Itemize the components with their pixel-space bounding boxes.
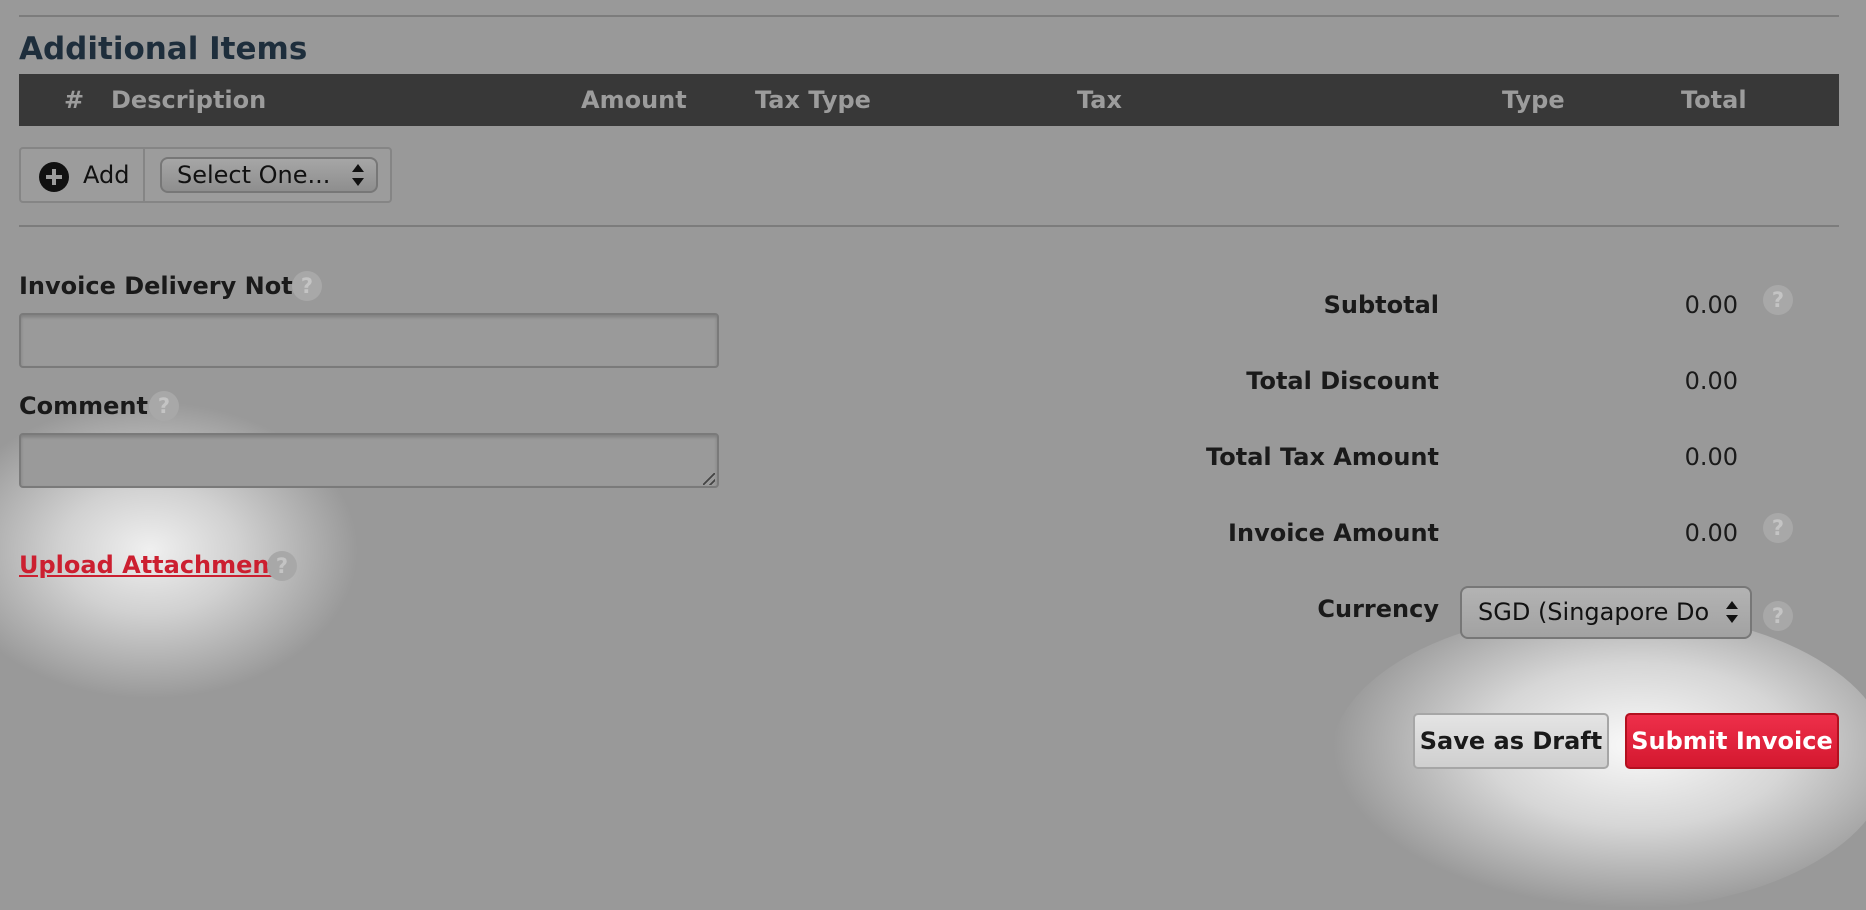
currency-label: Currency xyxy=(1317,595,1439,623)
textarea-resize-grip[interactable] xyxy=(703,473,715,485)
add-item-label: Add xyxy=(83,161,130,189)
comment-help-icon[interactable]: ? xyxy=(149,391,179,421)
total-tax-value: 0.00 xyxy=(1684,443,1738,471)
column-header-type: Type xyxy=(1502,86,1565,114)
plus-circle-icon xyxy=(39,162,69,192)
comment-label: Comment xyxy=(19,392,148,420)
section-title: Additional Items xyxy=(19,31,308,67)
currency-select-value: SGD (Singapore Dollar) xyxy=(1478,598,1708,626)
delivery-note-input[interactable] xyxy=(19,313,719,368)
total-discount-label: Total Discount xyxy=(1246,367,1439,395)
column-header-tax: Tax xyxy=(1077,86,1122,114)
items-table-header: # Description Amount Tax Type Tax Type T… xyxy=(19,74,1839,126)
subtotal-value: 0.00 xyxy=(1684,291,1738,319)
subtotal-label: Subtotal xyxy=(1323,291,1439,319)
save-as-draft-button[interactable]: Save as Draft xyxy=(1413,713,1609,769)
add-item-group: Add Select One... xyxy=(19,147,392,203)
item-type-select[interactable]: Select One... xyxy=(160,157,378,193)
invoice-amount-value: 0.00 xyxy=(1684,519,1738,547)
upload-help-icon[interactable]: ? xyxy=(267,551,297,581)
delivery-note-label: Invoice Delivery Note xyxy=(19,272,309,300)
invoice-amount-help-icon[interactable]: ? xyxy=(1763,513,1793,543)
column-header-total: Total xyxy=(1681,86,1747,114)
comment-textarea[interactable] xyxy=(19,433,719,488)
delivery-note-help-icon[interactable]: ? xyxy=(292,271,322,301)
column-header-tax-type: Tax Type xyxy=(755,86,871,114)
divider-top xyxy=(19,15,1839,17)
total-tax-label: Total Tax Amount xyxy=(1206,443,1439,471)
select-arrows-icon xyxy=(352,164,364,186)
column-header-description: Description xyxy=(111,86,267,114)
divider-middle xyxy=(19,225,1839,227)
subtotal-help-icon[interactable]: ? xyxy=(1763,285,1793,315)
total-discount-value: 0.00 xyxy=(1684,367,1738,395)
column-header-amount: Amount xyxy=(581,86,687,114)
item-type-select-value: Select One... xyxy=(177,161,331,189)
add-item-button[interactable]: Add xyxy=(21,149,145,201)
submit-invoice-button[interactable]: Submit Invoice xyxy=(1625,713,1839,769)
invoice-amount-label: Invoice Amount xyxy=(1228,519,1439,547)
currency-select[interactable]: SGD (Singapore Dollar) xyxy=(1460,586,1752,639)
column-header-number: # xyxy=(64,86,85,114)
currency-help-icon[interactable]: ? xyxy=(1763,601,1793,631)
upload-attachment-link[interactable]: Upload Attachment xyxy=(19,548,281,582)
select-arrows-icon xyxy=(1726,601,1738,623)
